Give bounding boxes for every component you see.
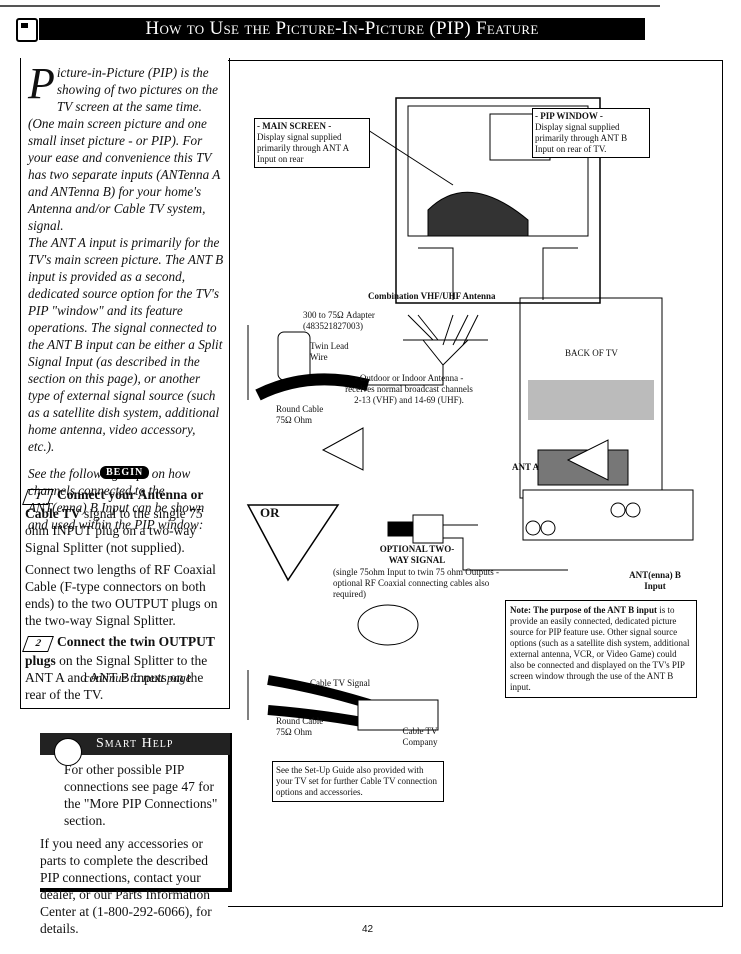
twin-lead-label: Twin Lead Wire bbox=[310, 341, 349, 362]
top-rule bbox=[0, 5, 660, 7]
pip-window-callout: - PIP WINDOW - Display signal supplied p… bbox=[532, 108, 650, 158]
intro-text: P icture-in-Picture (PIP) is the showing… bbox=[28, 59, 224, 533]
tv-screen-icon bbox=[16, 18, 38, 42]
ant-a-label: ANT A bbox=[512, 462, 540, 472]
step-1-text-2: Connect two lengths of RF Coaxial Cable … bbox=[25, 562, 218, 628]
antenna-title: Combination VHF/UHF Antenna bbox=[368, 291, 496, 301]
cable-tv-illustration bbox=[247, 604, 439, 731]
ant-b-label: ANT(enna) B Input bbox=[629, 570, 681, 591]
step-2: 2 Connect the twin OUTPUT plugs on the Si… bbox=[22, 633, 225, 703]
intro-paragraph-1: icture-in-Picture (PIP) is the showing o… bbox=[28, 65, 221, 233]
intro-paragraph-2: The ANT A input is primarily for the TV'… bbox=[28, 235, 224, 454]
smart-help-text: For other possible PIP connections see p… bbox=[40, 761, 226, 937]
main-screen-callout: - MAIN SCREEN - Display signal supplied … bbox=[254, 118, 370, 168]
page-title: How to Use the Picture-In-Picture (PIP) … bbox=[39, 18, 645, 40]
step-2-arrow-icon: 2 bbox=[22, 636, 54, 652]
splitter-title: OPTIONAL TWO-WAY SIGNAL bbox=[379, 544, 455, 565]
or-label: OR bbox=[260, 505, 280, 520]
smart-help-p2: If you need any accessories or parts to … bbox=[40, 836, 212, 936]
page-number: 42 bbox=[362, 924, 374, 935]
main-screen-title: - MAIN SCREEN - bbox=[257, 121, 332, 131]
step-1: 1 Connect your Antenna or Cable TV signal… bbox=[22, 486, 225, 629]
pip-window-text: Display signal supplied primarily throug… bbox=[535, 122, 628, 154]
splitter-note: (single 75ohm Input to twin 75 ohm Outpu… bbox=[333, 567, 499, 599]
round-cable-label-2: Round Cable 75Ω Ohm bbox=[276, 716, 324, 737]
ant-b-note-box: Note: The purpose of the ANT B input is … bbox=[505, 600, 697, 698]
adapter-label: 300 to 75Ω Adapter (483521827003) bbox=[303, 310, 375, 331]
round-cable-label: Round Cable 75Ω Ohm bbox=[276, 404, 324, 425]
tv-rear-panel bbox=[522, 489, 694, 541]
pip-window-title: - PIP WINDOW - bbox=[535, 111, 603, 121]
smart-help-p1: For other possible PIP connections see p… bbox=[64, 762, 218, 828]
note-text: is to provide an easily connected, dedic… bbox=[510, 605, 690, 692]
begin-badge: BEGIN bbox=[100, 466, 150, 479]
main-screen-text: Display signal supplied primarily throug… bbox=[257, 132, 349, 164]
step-1-arrow-icon: 1 bbox=[22, 489, 54, 505]
cable-company-label: Cable TV Company bbox=[402, 726, 438, 747]
dropcap: P bbox=[28, 59, 55, 108]
note-bold: Note: The purpose of the ANT B input bbox=[510, 605, 657, 615]
back-of-tv-label: BACK OF TV bbox=[565, 348, 618, 358]
antenna-note: - Outdoor or Indoor Antenna - receives n… bbox=[345, 373, 473, 405]
continue-note: continue to next page bbox=[84, 671, 192, 685]
setup-guide-note: See the Set-Up Guide also provided with … bbox=[272, 761, 444, 802]
cable-tv-signal-label: Cable TV Signal bbox=[310, 678, 371, 688]
